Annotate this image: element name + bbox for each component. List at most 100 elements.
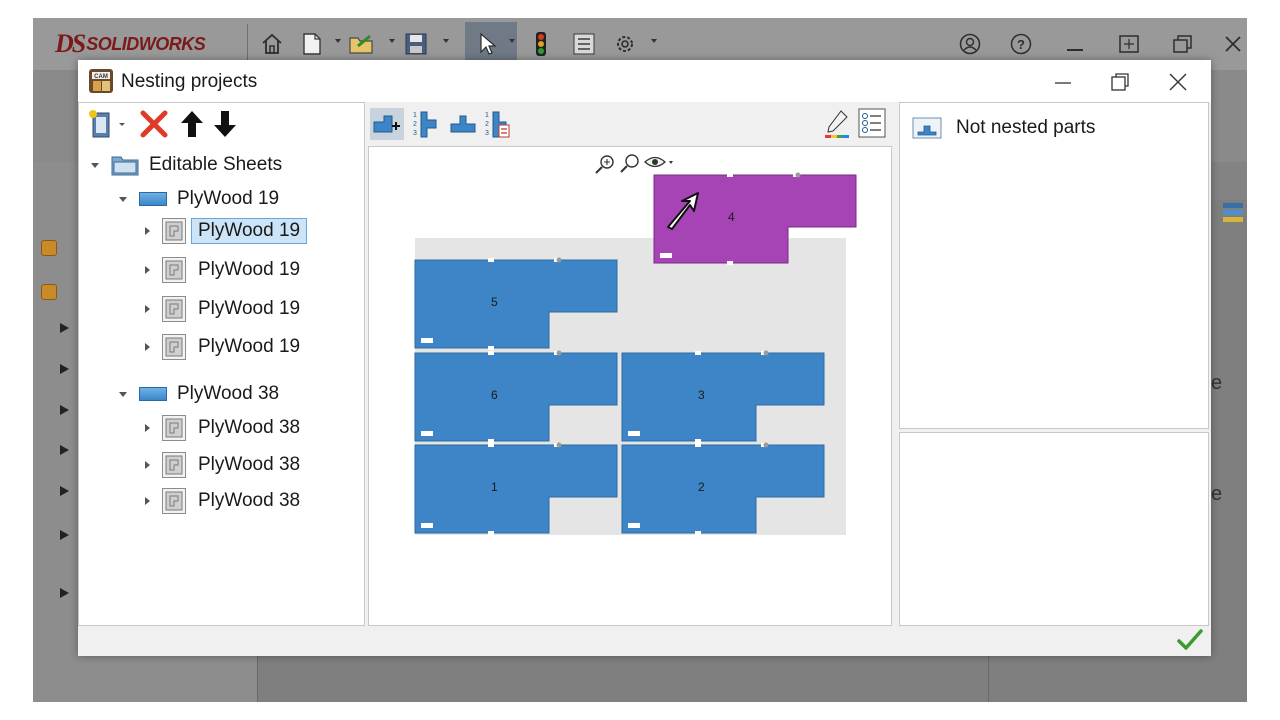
expand-arrow-icon[interactable] xyxy=(60,364,69,374)
tree-toolbar xyxy=(79,103,364,143)
select-arrow-icon[interactable] xyxy=(477,30,499,58)
layers-icon[interactable] xyxy=(1221,201,1245,227)
collapse-icon[interactable] xyxy=(91,162,99,168)
part-grain-marker xyxy=(628,523,640,528)
part-cube-icon xyxy=(41,284,57,300)
tree-group-plywood-38[interactable]: PlyWood 38 xyxy=(119,379,279,409)
part-notch xyxy=(488,351,494,355)
zoom-in-icon[interactable] xyxy=(595,155,614,174)
properties-icon[interactable] xyxy=(571,30,597,58)
nesting-drawing[interactable]: 5 6 3 1 2 4 xyxy=(369,147,892,626)
tree-item-sheet[interactable]: PlyWood 19 xyxy=(145,255,300,285)
chevron-down-icon[interactable] xyxy=(651,39,657,43)
part-grain-marker xyxy=(660,253,672,258)
tree-item-sheet[interactable]: PlyWood 38 xyxy=(145,486,300,516)
traffic-light-icon[interactable] xyxy=(533,30,549,58)
tree-label: PlyWood 19 xyxy=(198,259,301,280)
maximize-icon[interactable] xyxy=(1117,30,1141,58)
add-project-button[interactable] xyxy=(87,109,127,139)
mouse-cursor-icon xyxy=(667,192,699,230)
move-down-button[interactable] xyxy=(212,109,238,139)
expand-arrow-icon[interactable] xyxy=(60,530,69,540)
tree-label: PlyWood 19 xyxy=(191,218,308,244)
expand-arrow-icon[interactable] xyxy=(60,405,69,415)
open-icon[interactable] xyxy=(347,30,377,58)
part-number-label: 6 xyxy=(491,388,498,402)
zoom-fit-icon[interactable] xyxy=(620,154,639,173)
dialog-titlebar: CAM Nesting projects xyxy=(78,60,1211,102)
new-project-icon xyxy=(89,110,110,138)
close-icon xyxy=(1169,73,1187,91)
move-up-button[interactable] xyxy=(179,109,205,139)
chevron-down-icon[interactable] xyxy=(389,39,395,43)
expand-arrow-icon[interactable] xyxy=(60,323,69,333)
auto-nest-button[interactable] xyxy=(370,108,404,140)
expand-arrow-icon[interactable] xyxy=(60,486,69,496)
report-button[interactable]: 1 2 3 xyxy=(484,108,512,140)
dialog-title: Nesting projects xyxy=(121,71,258,92)
tree-item-sheet[interactable]: PlyWood 19 xyxy=(145,294,300,324)
chevron-down-icon[interactable] xyxy=(509,39,515,43)
part-notch xyxy=(727,261,733,265)
expand-icon[interactable] xyxy=(145,266,150,274)
part-anchor-point xyxy=(556,442,562,448)
expand-icon[interactable] xyxy=(145,227,150,235)
restore-icon[interactable] xyxy=(1171,30,1195,58)
delete-button[interactable] xyxy=(139,109,169,139)
user-icon[interactable] xyxy=(958,30,982,58)
part-anchor-point xyxy=(795,172,801,178)
tree-label: PlyWood 38 xyxy=(198,417,301,438)
expand-icon[interactable] xyxy=(145,461,150,469)
delete-icon xyxy=(140,110,168,138)
tree-item-sheet[interactable]: PlyWood 38 xyxy=(145,413,300,443)
dialog-minimize-button[interactable] xyxy=(1040,67,1086,97)
tree-item-sheet[interactable]: PlyWood 19 xyxy=(145,216,308,246)
minimize-icon[interactable] xyxy=(1063,30,1087,58)
tree-item-sheet[interactable]: PlyWood 19 xyxy=(145,332,300,362)
tree-label: PlyWood 38 xyxy=(198,490,301,511)
expand-icon[interactable] xyxy=(145,497,150,505)
help-icon[interactable]: ? xyxy=(1009,30,1033,58)
expand-icon[interactable] xyxy=(145,305,150,313)
tree-item-sheet[interactable]: PlyWood 38 xyxy=(145,450,300,480)
part-grain-marker xyxy=(421,523,433,528)
new-document-icon[interactable] xyxy=(301,30,323,58)
part-notch xyxy=(488,346,494,350)
close-icon[interactable] xyxy=(1221,30,1245,58)
expand-arrow-icon[interactable] xyxy=(60,445,69,455)
expand-icon[interactable] xyxy=(145,424,150,432)
dialog-restore-button[interactable] xyxy=(1097,67,1143,97)
gear-icon[interactable] xyxy=(611,30,639,58)
expand-icon[interactable] xyxy=(145,343,150,351)
nesting-projects-dialog: CAM Nesting projects Editable Sheets Ply… xyxy=(78,60,1211,656)
nested-parts[interactable]: 5 6 3 1 2 4 xyxy=(414,172,857,536)
align-part-button[interactable] xyxy=(448,110,478,138)
home-icon[interactable] xyxy=(259,30,285,58)
color-brush-button[interactable] xyxy=(823,108,851,140)
part-notch xyxy=(488,439,494,443)
chevron-down-icon[interactable] xyxy=(443,39,449,43)
ok-checkmark-button[interactable] xyxy=(1176,627,1204,653)
nesting-canvas[interactable]: 5 6 3 1 2 4 xyxy=(368,146,892,626)
view-options-icon[interactable] xyxy=(644,156,673,168)
sort-order-button[interactable]: 1 2 3 xyxy=(412,108,438,140)
collapse-icon[interactable] xyxy=(119,196,127,202)
svg-text:?: ? xyxy=(1017,37,1025,52)
tree-root-editable-sheets[interactable]: Editable Sheets xyxy=(91,150,282,180)
sheet-layout-icon xyxy=(162,296,186,322)
save-icon[interactable] xyxy=(403,30,429,58)
tree-group-plywood-19[interactable]: PlyWood 19 xyxy=(119,184,279,214)
tree-label: PlyWood 38 xyxy=(177,383,280,404)
nesting-toolbar: 1 2 3 1 2 3 xyxy=(368,102,892,146)
part-notch xyxy=(695,439,701,443)
part-anchor-point xyxy=(763,350,769,356)
collapse-icon[interactable] xyxy=(119,391,127,397)
sheet-layout-icon xyxy=(162,452,186,478)
part-grain-marker xyxy=(421,338,433,343)
chevron-down-icon[interactable] xyxy=(335,39,341,43)
svg-text:1: 1 xyxy=(485,112,489,119)
sheets-tree-panel: Editable Sheets PlyWood 19 PlyWood 19 Pl… xyxy=(78,102,365,626)
dialog-close-button[interactable] xyxy=(1155,67,1201,97)
expand-arrow-icon[interactable] xyxy=(60,588,69,598)
list-view-button[interactable] xyxy=(858,108,886,138)
